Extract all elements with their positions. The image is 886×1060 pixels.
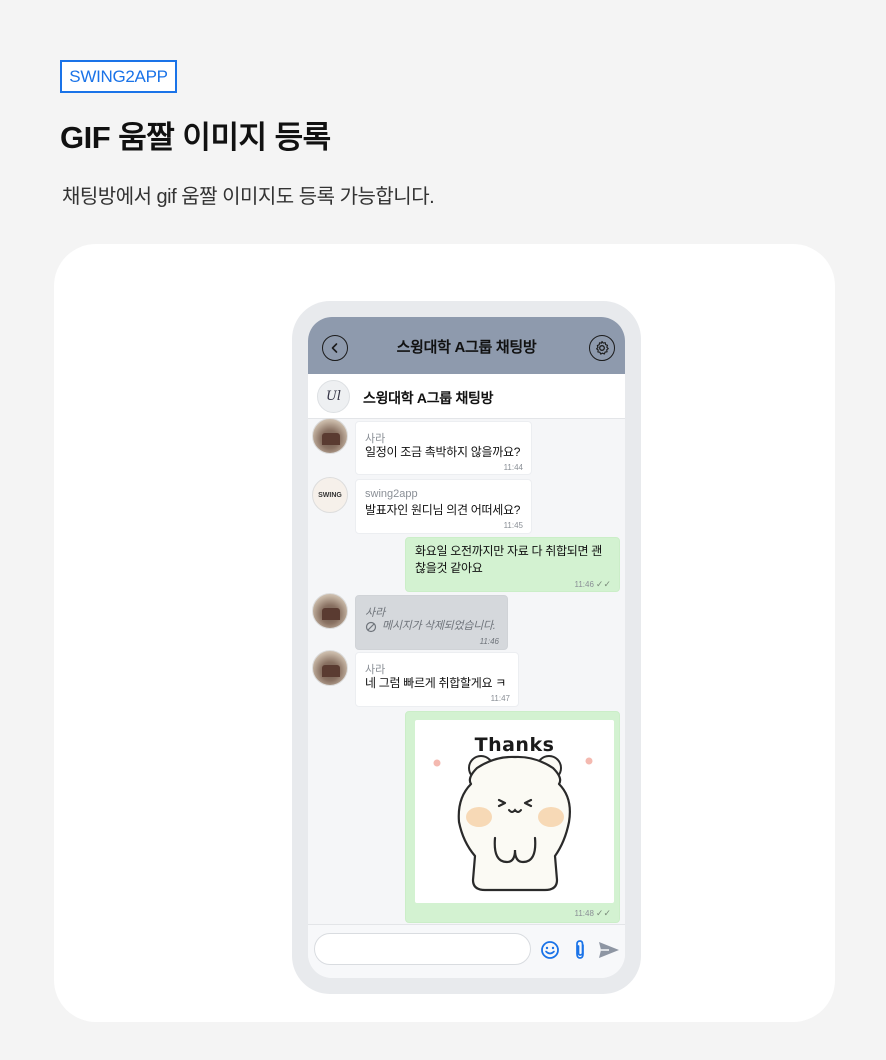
send-button[interactable]: [598, 939, 620, 961]
message-time: 11:45: [503, 521, 523, 530]
page-subtitle: 채팅방에서 gif 움짤 이미지도 등록 가능합니다.: [62, 186, 435, 208]
message-bubble[interactable]: 사라 일정이 조금 촉박하지 않을까요? 11:44: [355, 421, 532, 475]
message-bubble[interactable]: 사라 네 그럼 빠르게 취합할게요 ㅋ 11:47: [355, 652, 519, 707]
message-time-row: 11:48 ✓✓: [574, 908, 611, 919]
gif-image[interactable]: Thanks: [415, 720, 614, 903]
avatar[interactable]: [312, 593, 348, 629]
message-text: 발표자인 원디님 의견 어떠세요?: [365, 503, 521, 517]
message-composer: [308, 924, 625, 978]
room-name: 스윙대학 A그룹 채팅방: [363, 390, 494, 406]
room-info-bar[interactable]: Ul 스윙대학 A그룹 채팅방: [308, 374, 625, 419]
message-time: 11:46: [479, 637, 499, 646]
message-text: 메시지가 삭제되었습니다.: [382, 620, 496, 632]
ban-icon: [365, 621, 377, 633]
message-time: 11:48: [574, 909, 594, 918]
avatar[interactable]: [312, 418, 348, 454]
message-time: 11:46: [574, 580, 594, 589]
settings-button[interactable]: [589, 335, 615, 361]
phone-screen: 스윙대학 A그룹 채팅방 Ul 스윙대학 A그룹 채팅방 사라 일정이 조금 촉…: [308, 317, 625, 978]
emoji-icon: [541, 941, 559, 959]
bear-illustration: [433, 755, 593, 892]
gif-message-bubble[interactable]: Thanks 11:48 ✓✓: [405, 711, 620, 923]
message-time-row: 11:46 ✓✓: [574, 579, 611, 590]
emoji-button[interactable]: [539, 939, 561, 961]
chat-title: 스윙대학 A그룹 채팅방: [396, 339, 537, 356]
message-time: 11:47: [490, 694, 510, 703]
paperclip-icon: [576, 940, 584, 959]
avatar-logo-text: SWING: [318, 491, 342, 499]
message-text: 화요일 오전까지만 자료 다 취합되면 괜: [415, 544, 603, 558]
read-check-icon: ✓✓: [595, 579, 611, 589]
avatar[interactable]: [312, 650, 348, 686]
message-bubble[interactable]: swing2app 발표자인 원디님 의견 어떠세요? 11:45: [355, 479, 532, 534]
message-input[interactable]: [314, 933, 531, 965]
chat-appbar: 스윙대학 A그룹 채팅방: [308, 317, 625, 374]
message-text: 일정이 조금 촉박하지 않을까요?: [365, 445, 521, 459]
send-icon: [599, 942, 619, 958]
avatar[interactable]: SWING: [312, 477, 348, 513]
attach-button[interactable]: [569, 939, 591, 961]
message-text: 네 그럼 빠르게 취합할게요 ㅋ: [365, 676, 507, 690]
tag-label: SWING2APP: [60, 60, 177, 93]
deleted-message-bubble[interactable]: 사라 메시지가 삭제되었습니다. 11:46: [355, 595, 508, 650]
message-sender: swing2app: [365, 488, 418, 500]
message-text: 찮을것 같아요: [415, 561, 483, 575]
message-time: 11:44: [503, 463, 523, 472]
page-title: GIF 움짤 이미지 등록: [60, 120, 331, 155]
my-message-bubble[interactable]: 화요일 오전까지만 자료 다 취합되면 괜 찮을것 같아요 11:46 ✓✓: [405, 537, 620, 592]
room-avatar: Ul: [317, 380, 350, 413]
read-check-icon: ✓✓: [595, 908, 611, 918]
gear-icon: [596, 340, 609, 355]
